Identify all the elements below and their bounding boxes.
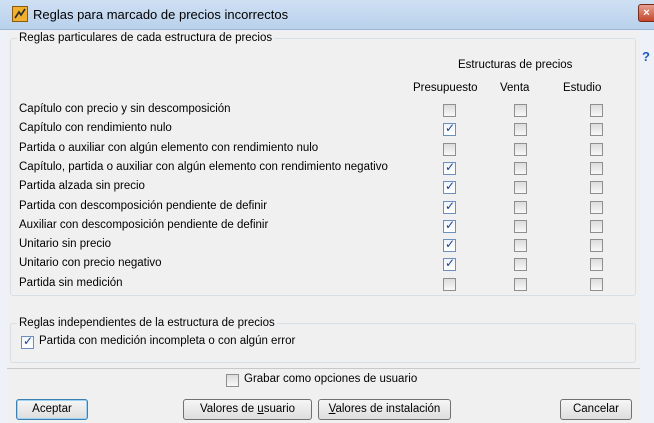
rule-label: Capítulo, partida o auxiliar con algún e… <box>19 160 388 173</box>
save-user-options-label: Grabar como opciones de usuario <box>244 373 418 385</box>
column-header-presupuesto: Presupuesto <box>413 82 478 94</box>
rule-checkbox-estudio[interactable] <box>590 239 603 253</box>
install-values-button[interactable]: Valores de instalación <box>318 399 451 420</box>
footer-separator <box>7 368 640 369</box>
rule-checkbox-venta[interactable] <box>514 181 527 195</box>
rule-label: Auxiliar con descomposición pendiente de… <box>19 218 269 231</box>
incomplete-measurement-label: Partida con medición incompleta o con al… <box>39 335 296 347</box>
rule-checkbox-presupuesto[interactable]: ✓ <box>443 159 456 175</box>
rule-checkbox-presupuesto[interactable]: ✓ <box>443 256 456 272</box>
rule-checkbox-venta[interactable] <box>514 142 527 156</box>
check-mark-icon: ✓ <box>23 334 34 348</box>
install-values-suffix: alores de instalación <box>335 403 441 415</box>
rule-checkbox-venta[interactable] <box>514 258 527 272</box>
rule-checkbox-estudio[interactable] <box>590 142 603 156</box>
rule-checkbox-estudio[interactable] <box>590 277 603 291</box>
dialog-body: Reglas particulares de cada estructura d… <box>7 31 640 423</box>
rule-checkbox-estudio[interactable] <box>590 258 603 272</box>
rule-label: Capítulo con precio y sin descomposición <box>19 103 231 115</box>
rule-checkbox-presupuesto[interactable]: ✓ <box>443 237 456 253</box>
rule-checkbox-venta[interactable] <box>514 239 527 253</box>
app-icon <box>12 6 28 22</box>
rule-checkbox-estudio[interactable] <box>590 181 603 195</box>
particular-rules-legend: Reglas particulares de cada estructura d… <box>17 32 275 44</box>
rule-checkbox-venta[interactable] <box>514 104 527 117</box>
window-title: Reglas para marcado de precios incorrect… <box>33 7 289 22</box>
check-mark-icon: ✓ <box>445 179 456 194</box>
rule-checkbox-estudio[interactable] <box>590 219 603 233</box>
rule-checkbox-estudio[interactable] <box>590 161 603 175</box>
rule-checkbox-venta[interactable] <box>514 123 527 137</box>
check-mark-icon: ✓ <box>445 159 456 174</box>
check-mark-icon: ✓ <box>445 237 456 252</box>
user-values-suffix: suario <box>263 403 296 415</box>
rule-checkbox-presupuesto[interactable] <box>443 142 456 156</box>
particular-rules-group: Reglas particulares de cada estructura d… <box>10 32 636 296</box>
title-bar: Reglas para marcado de precios incorrect… <box>0 0 654 30</box>
rule-label: Partida sin medición <box>19 276 123 289</box>
independent-rules-group: Reglas independientes de la estructura d… <box>10 317 636 363</box>
rule-checkbox-presupuesto[interactable] <box>443 277 456 291</box>
save-user-options-checkbox[interactable] <box>226 374 239 387</box>
rule-checkbox-venta[interactable] <box>514 219 527 233</box>
close-icon[interactable]: × <box>638 4 654 22</box>
rule-label: Unitario con precio negativo <box>19 257 162 270</box>
accept-button[interactable]: Aceptar <box>16 399 88 420</box>
rule-checkbox-estudio[interactable] <box>590 104 603 117</box>
rule-label: Capítulo con rendimiento nulo <box>19 122 172 135</box>
rule-checkbox-presupuesto[interactable]: ✓ <box>443 217 456 233</box>
rule-label: Partida con descomposición pendiente de … <box>19 199 268 212</box>
rule-label: Partida alzada sin precio <box>19 180 145 193</box>
rule-label: Partida o auxiliar con algún elemento co… <box>19 141 319 154</box>
rule-checkbox-presupuesto[interactable] <box>443 104 456 117</box>
check-mark-icon: ✓ <box>445 198 456 213</box>
incomplete-measurement-checkbox[interactable]: ✓ <box>21 334 34 349</box>
help-icon[interactable]: ? <box>642 50 654 64</box>
user-values-button[interactable]: Valores de usuario <box>183 399 312 420</box>
rule-checkbox-presupuesto[interactable]: ✓ <box>443 198 456 214</box>
column-header-venta: Venta <box>500 82 530 94</box>
rule-checkbox-presupuesto[interactable]: ✓ <box>443 121 456 137</box>
rule-checkbox-presupuesto[interactable]: ✓ <box>443 179 456 195</box>
rule-checkbox-venta[interactable] <box>514 277 527 291</box>
rule-checkbox-venta[interactable] <box>514 161 527 175</box>
cancel-button[interactable]: Cancelar <box>560 399 632 420</box>
check-mark-icon: ✓ <box>445 217 456 232</box>
rule-checkbox-estudio[interactable] <box>590 123 603 137</box>
check-mark-icon: ✓ <box>445 121 456 136</box>
rule-checkbox-venta[interactable] <box>514 200 527 214</box>
price-structures-header: Estructuras de precios <box>458 59 573 71</box>
check-mark-icon: ✓ <box>445 256 456 271</box>
independent-rules-legend: Reglas independientes de la estructura d… <box>17 317 277 329</box>
rule-checkbox-estudio[interactable] <box>590 200 603 214</box>
rule-label: Unitario sin precio <box>19 238 112 251</box>
column-header-estudio: Estudio <box>563 82 602 94</box>
user-values-prefix: Valores de <box>199 403 258 415</box>
